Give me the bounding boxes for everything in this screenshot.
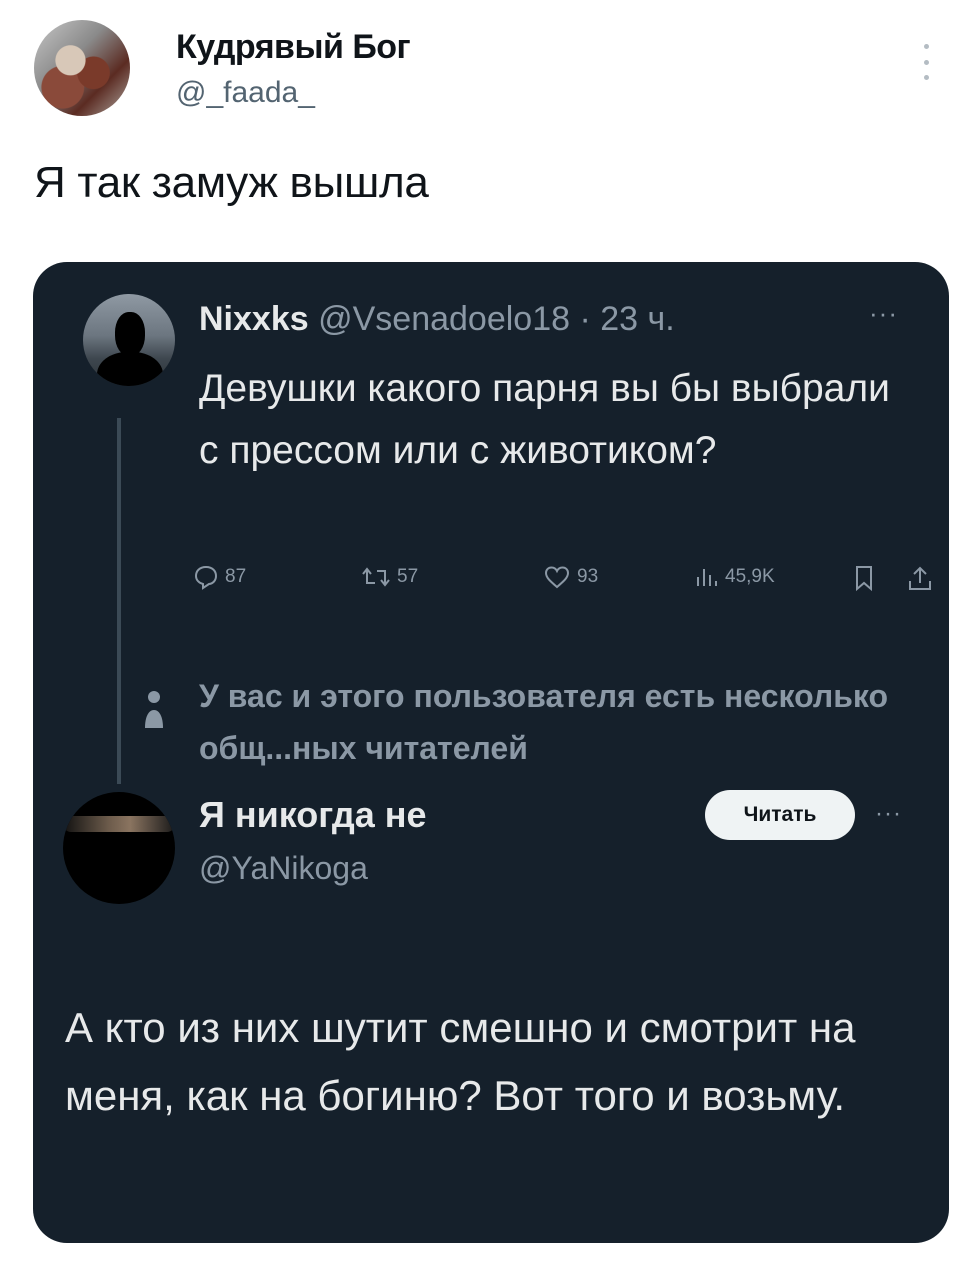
second-post-handle: @YaNikoga: [199, 850, 368, 886]
thread-line: [117, 418, 121, 784]
like-count: 93: [577, 566, 599, 587]
like-metric: 93: [543, 564, 598, 590]
repost-count: 57: [397, 566, 419, 587]
author-name[interactable]: Кудрявый Бог: [176, 28, 411, 67]
social-context: У вас и этого пользователя есть нескольк…: [199, 678, 889, 766]
reply-count: 87: [225, 566, 247, 587]
attached-screenshot[interactable]: Nixxks @Vsenadoelo18 · 23 ч. ··· Девушки…: [33, 262, 949, 1243]
person-icon: [145, 691, 163, 728]
reply-icon: [194, 565, 218, 590]
first-post-header: Nixxks @Vsenadoelo18 · 23 ч.: [199, 300, 675, 339]
bookmark-metric: [853, 564, 875, 592]
author-handle[interactable]: @_faada_: [176, 76, 315, 110]
follow-button: Читать: [705, 790, 855, 840]
bar-chart-icon: [697, 569, 717, 586]
yanikoga-avatar: [63, 792, 175, 904]
bookmark-icon: [856, 566, 872, 592]
share-metric: [907, 564, 933, 592]
view-count: 45,9K: [725, 566, 775, 587]
more-icon-second: ···: [875, 800, 902, 827]
nixxks-avatar: [83, 294, 175, 386]
repost-icon: [362, 567, 390, 587]
repost-metric: 57: [361, 564, 418, 590]
reply-metric: 87: [193, 564, 246, 590]
first-post-handle-time: @Vsenadoelo18 · 23 ч.: [308, 300, 675, 338]
more-options-icon[interactable]: [918, 44, 934, 80]
views-metric: 45,9K: [693, 564, 775, 590]
first-post-text: Девушки какого парня вы бы выбрали с пре…: [199, 367, 890, 472]
tweet-text: Я так замуж вышла: [34, 158, 429, 207]
author-avatar[interactable]: [34, 20, 130, 116]
first-post-name: Nixxks: [199, 300, 309, 338]
heart-icon: [544, 566, 570, 589]
share-icon: [909, 566, 931, 590]
second-post-text: А кто из них шутит смешно и смотрит на м…: [65, 1004, 856, 1119]
more-icon: ···: [869, 298, 898, 328]
second-post-name: Я никогда не: [199, 794, 427, 835]
engagement-bar: 87 57 93 45,9K: [193, 564, 933, 604]
